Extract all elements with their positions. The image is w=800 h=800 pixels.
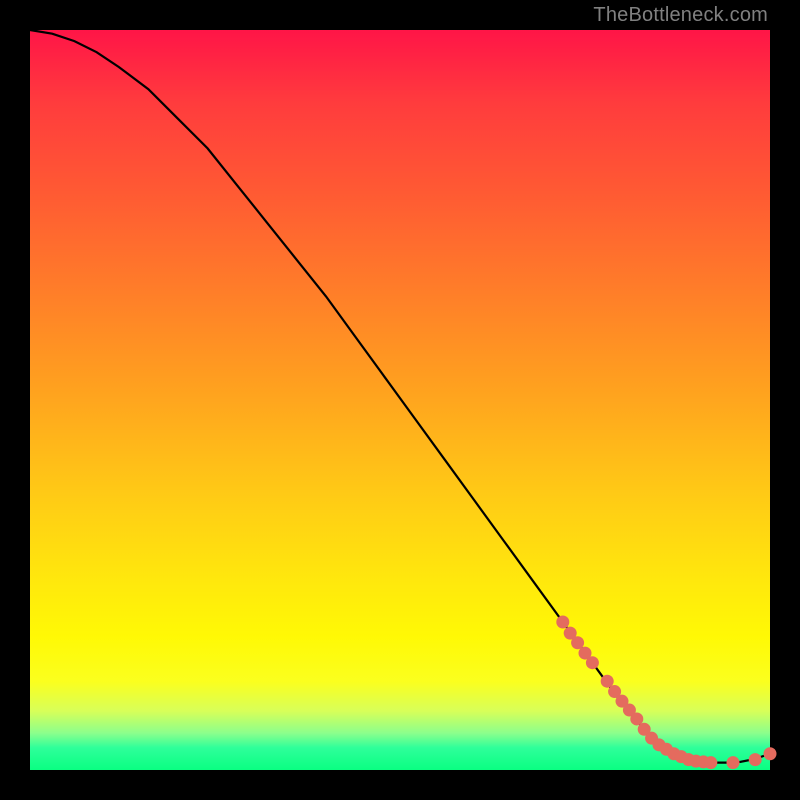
data-marker — [586, 656, 599, 669]
marker-group — [556, 616, 776, 770]
watermark-text: TheBottleneck.com — [593, 4, 768, 27]
data-marker — [727, 756, 740, 769]
curve-layer — [30, 30, 770, 770]
data-marker — [764, 747, 777, 760]
data-marker — [749, 753, 762, 766]
plot-area — [30, 30, 770, 770]
data-marker — [556, 616, 569, 629]
data-marker — [704, 756, 717, 769]
chart-frame: TheBottleneck.com — [0, 0, 800, 800]
bottleneck-curve — [30, 30, 770, 763]
